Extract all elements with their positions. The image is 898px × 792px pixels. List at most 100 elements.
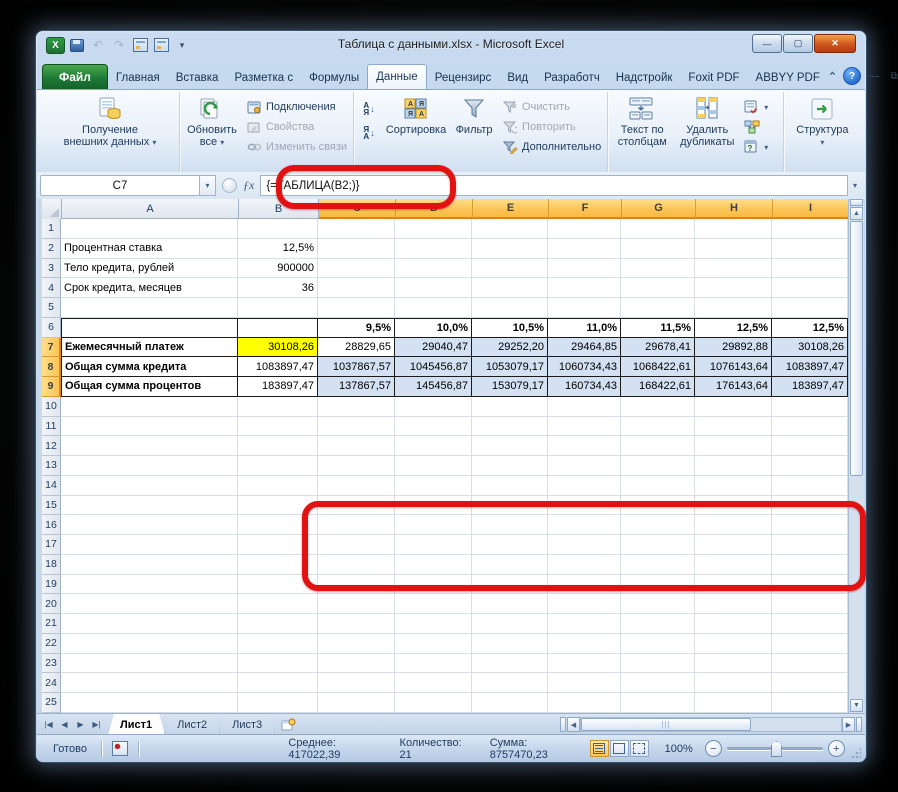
cell-I12[interactable] [772, 436, 848, 456]
cell-G9[interactable]: 168422,61 [621, 377, 695, 397]
row-header-21[interactable]: 21 [42, 614, 61, 634]
tab-ABBYY PDF[interactable]: ABBYY PDF [748, 66, 828, 89]
zoom-level[interactable]: 100% [665, 743, 693, 755]
help-icon[interactable]: ? [843, 67, 861, 85]
zoom-in-icon[interactable]: + [828, 740, 845, 757]
cell-C17[interactable] [318, 535, 395, 555]
expand-formula-bar-icon[interactable] [848, 181, 862, 190]
cell-C12[interactable] [318, 436, 395, 456]
cell-H13[interactable] [695, 456, 772, 476]
vertical-scroll-thumb[interactable] [850, 221, 863, 476]
cell-G23[interactable] [621, 654, 695, 674]
cell-I10[interactable] [772, 397, 848, 417]
cell-A23[interactable] [61, 654, 238, 674]
column-header-D[interactable]: D [396, 199, 473, 219]
row-header-9[interactable]: 9 [42, 377, 61, 397]
cell-G4[interactable] [621, 278, 695, 298]
cell-C15[interactable] [318, 496, 395, 516]
cell-G17[interactable] [621, 535, 695, 555]
cell-C19[interactable] [318, 575, 395, 595]
cell-H21[interactable] [695, 614, 772, 634]
row-header-20[interactable]: 20 [42, 594, 61, 614]
cell-A24[interactable] [61, 673, 238, 693]
row-header-10[interactable]: 10 [42, 397, 61, 417]
cell-C7[interactable]: 28829,65 [318, 338, 395, 358]
tab-Разработч[interactable]: Разработч [536, 66, 608, 89]
cell-C4[interactable] [318, 278, 395, 298]
cell-D6[interactable]: 10,0% [395, 318, 472, 338]
cell-I23[interactable] [772, 654, 848, 674]
cell-B21[interactable] [238, 614, 318, 634]
tab-Надстройк[interactable]: Надстройк [608, 66, 681, 89]
cell-G13[interactable] [621, 456, 695, 476]
cell-H11[interactable] [695, 417, 772, 437]
cell-G5[interactable] [621, 298, 695, 318]
cell-B9[interactable]: 183897,47 [238, 377, 318, 397]
cell-A17[interactable] [61, 535, 238, 555]
row-header-1[interactable]: 1 [42, 219, 61, 239]
cell-A20[interactable] [61, 594, 238, 614]
vertical-split-handle[interactable] [850, 199, 863, 206]
insert-sheet-button[interactable] [275, 714, 301, 735]
cell-H17[interactable] [695, 535, 772, 555]
filter-button[interactable]: Фильтр [451, 94, 497, 158]
cell-A12[interactable] [61, 436, 238, 456]
cell-B12[interactable] [238, 436, 318, 456]
cell-H19[interactable] [695, 575, 772, 595]
vertical-scrollbar[interactable]: ▲ ▼ [848, 199, 864, 713]
cell-C20[interactable] [318, 594, 395, 614]
connections-button[interactable]: Подключения [243, 98, 350, 116]
cell-I14[interactable] [772, 476, 848, 496]
formula-bar-round-button[interactable] [222, 178, 237, 193]
cell-A5[interactable] [61, 298, 238, 318]
cell-F7[interactable]: 29464,85 [548, 338, 621, 358]
cell-F14[interactable] [548, 476, 621, 496]
maximize-button[interactable]: ▢ [783, 34, 813, 53]
cell-G20[interactable] [621, 594, 695, 614]
text-to-columns-button[interactable]: Текст постолбцам [611, 94, 673, 158]
horizontal-scrollbar[interactable]: ◀ ||| ▶ [560, 714, 865, 735]
customize-qat-button[interactable] [173, 37, 191, 53]
cell-A2[interactable]: Процентная ставка [61, 239, 238, 259]
consolidate-button[interactable] [741, 118, 771, 136]
cell-B14[interactable] [238, 476, 318, 496]
horizontal-split-handle[interactable] [856, 717, 862, 732]
cell-G8[interactable]: 1068422,61 [621, 357, 695, 377]
cell-G6[interactable]: 11,5% [621, 318, 695, 338]
cell-F24[interactable] [548, 673, 621, 693]
cell-B20[interactable] [238, 594, 318, 614]
cell-F10[interactable] [548, 397, 621, 417]
cell-D14[interactable] [395, 476, 472, 496]
cell-B2[interactable]: 12,5% [238, 239, 318, 259]
cell-E13[interactable] [472, 456, 548, 476]
cell-F22[interactable] [548, 634, 621, 654]
cell-D11[interactable] [395, 417, 472, 437]
macro-record-icon[interactable] [112, 741, 128, 756]
horizontal-scroll-thumb[interactable]: ||| [581, 718, 751, 731]
cell-D24[interactable] [395, 673, 472, 693]
clear-filter-button[interactable]: Очистить [499, 98, 604, 116]
cell-C6[interactable]: 9,5% [318, 318, 395, 338]
zoom-thumb[interactable] [771, 741, 782, 757]
cell-D13[interactable] [395, 456, 472, 476]
cell-I21[interactable] [772, 614, 848, 634]
cell-I16[interactable] [772, 515, 848, 535]
cell-A18[interactable] [61, 555, 238, 575]
cell-A13[interactable] [61, 456, 238, 476]
cell-H10[interactable] [695, 397, 772, 417]
page-layout-view-button[interactable] [610, 740, 629, 757]
cell-F8[interactable]: 1060734,43 [548, 357, 621, 377]
tab-split-handle[interactable] [560, 717, 566, 732]
cell-G15[interactable] [621, 496, 695, 516]
cell-F2[interactable] [548, 239, 621, 259]
cell-C25[interactable] [318, 693, 395, 713]
name-box-dropdown-icon[interactable] [200, 175, 216, 196]
cell-H4[interactable] [695, 278, 772, 298]
cell-B1[interactable] [238, 219, 318, 239]
cell-I9[interactable]: 183897,47 [772, 377, 848, 397]
cell-D2[interactable] [395, 239, 472, 259]
row-header-19[interactable]: 19 [42, 575, 61, 595]
cell-B11[interactable] [238, 417, 318, 437]
cell-H3[interactable] [695, 259, 772, 279]
cell-A7[interactable]: Ежемесячный платеж [61, 338, 238, 358]
